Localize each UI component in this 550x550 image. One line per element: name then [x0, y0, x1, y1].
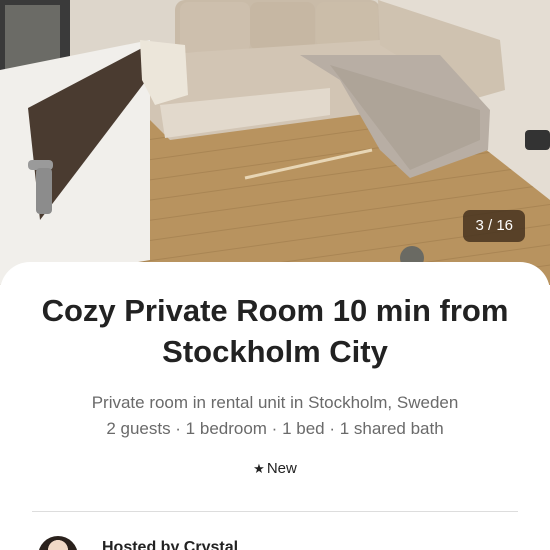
- host-row[interactable]: Hosted by Crystal: [32, 532, 518, 550]
- listing-details: 2 guests · 1 bedroom · 1 bed · 1 shared …: [106, 419, 444, 438]
- listing-type-location: Private room in rental unit in Stockholm…: [91, 393, 459, 412]
- listing-title: Cozy Private Room 10 min from Stockholm …: [41, 293, 509, 369]
- rating-row: ★ New: [0, 460, 550, 477]
- room-photo-image: [0, 0, 550, 285]
- rating-label: New: [266, 460, 297, 477]
- listing-photo[interactable]: 3 / 16: [0, 0, 550, 285]
- hosted-by-label: Hosted by Crystal: [102, 539, 239, 550]
- photo-counter-badge: 3 / 16: [463, 210, 525, 242]
- star-icon: ★: [253, 461, 265, 476]
- listing-summary: Private room in rental unit in Stockholm…: [20, 390, 530, 442]
- listing-details-sheet: Cozy Private Room 10 min from Stockholm …: [0, 262, 550, 550]
- section-divider: [32, 511, 518, 512]
- host-avatar[interactable]: [38, 536, 78, 550]
